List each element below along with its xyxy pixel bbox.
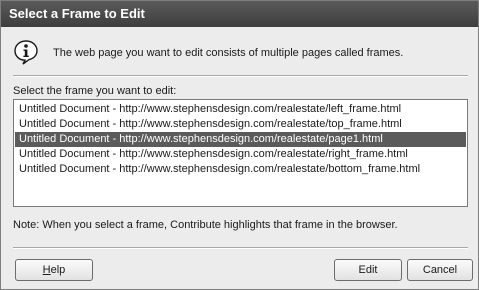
- frame-list-label: Select the frame you want to edit:: [13, 85, 177, 97]
- help-label: elp: [50, 264, 66, 276]
- edit-button[interactable]: Edit: [334, 259, 402, 281]
- dialog-title: Select a Frame to Edit: [1, 1, 478, 27]
- separator-bottom: [13, 247, 468, 249]
- info-message: The web page you want to edit consists o…: [53, 47, 404, 59]
- frame-list-item[interactable]: Untitled Document - http://www.stephensd…: [15, 102, 466, 117]
- note-text: Note: When you select a frame, Contribut…: [13, 219, 398, 231]
- help-mnemonic: H: [42, 264, 51, 276]
- separator-top: [13, 75, 468, 77]
- frame-listbox[interactable]: Untitled Document - http://www.stephensd…: [13, 99, 468, 207]
- frame-list-item[interactable]: Untitled Document - http://www.stephensd…: [15, 147, 466, 162]
- info-icon: [14, 40, 38, 65]
- cancel-button[interactable]: Cancel: [407, 259, 473, 281]
- frame-list-item-selected[interactable]: Untitled Document - http://www.stephensd…: [15, 132, 466, 147]
- select-frame-dialog: Select a Frame to Edit The web page you …: [0, 0, 479, 290]
- frame-list-item[interactable]: Untitled Document - http://www.stephensd…: [15, 162, 466, 177]
- help-button[interactable]: Help: [15, 259, 93, 281]
- frame-list-item[interactable]: Untitled Document - http://www.stephensd…: [15, 117, 466, 132]
